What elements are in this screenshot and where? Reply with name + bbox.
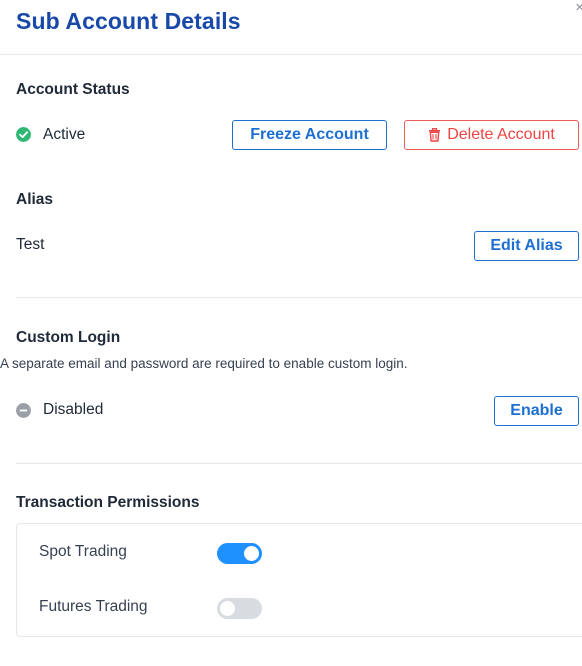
trash-icon (429, 128, 441, 142)
section-divider (16, 297, 582, 298)
page-title: Sub Account Details (16, 8, 241, 34)
minus-circle-icon (16, 403, 31, 418)
panel-header: Sub Account Details × (0, 0, 582, 55)
alias-value: Test (16, 236, 45, 253)
toggle-knob (244, 546, 259, 561)
alias-heading: Alias (16, 191, 54, 208)
section-divider (16, 463, 582, 464)
futures-trading-toggle[interactable] (217, 598, 262, 619)
custom-login-heading: Custom Login (16, 329, 121, 346)
check-circle-icon (16, 127, 31, 142)
spot-trading-label: Spot Trading (39, 543, 127, 560)
close-icon[interactable]: × (575, 0, 582, 16)
custom-login-description: A separate email and password are requir… (0, 356, 408, 371)
sub-account-details-panel: Sub Account Details × Account Status Act… (0, 0, 582, 666)
enable-button[interactable]: Enable (494, 396, 579, 426)
freeze-account-button[interactable]: Freeze Account (232, 120, 387, 150)
delete-account-label: Delete Account (447, 126, 555, 143)
account-status-value: Active (43, 126, 86, 143)
futures-trading-label: Futures Trading (39, 598, 148, 615)
account-status-heading: Account Status (16, 81, 130, 98)
delete-account-button[interactable]: Delete Account (404, 120, 579, 150)
spot-trading-toggle[interactable] (217, 543, 262, 564)
edit-alias-button[interactable]: Edit Alias (474, 231, 579, 261)
toggle-knob (220, 601, 235, 616)
transaction-permissions-heading: Transaction Permissions (16, 494, 200, 511)
permissions-list: Spot Trading Futures Trading (16, 523, 582, 637)
custom-login-status: Disabled (43, 401, 104, 418)
